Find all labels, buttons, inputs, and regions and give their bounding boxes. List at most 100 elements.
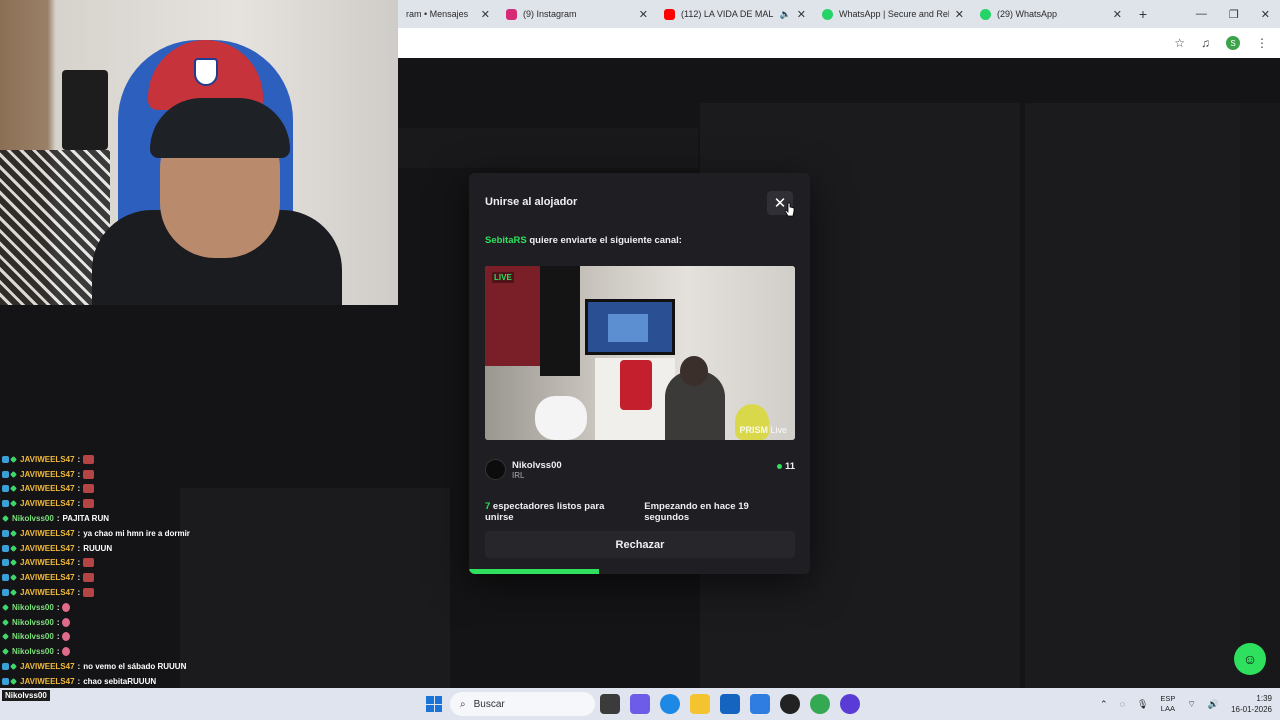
chat-line: JAVIWEELS47: no vemo el sábado RUUUN — [0, 659, 200, 674]
background-side-panel — [1025, 103, 1240, 688]
badge-icon — [2, 574, 17, 582]
new-tab-button[interactable]: + — [1130, 6, 1156, 22]
file-explorer-icon[interactable] — [690, 694, 710, 714]
chat-line: Nikolvss00: — [0, 630, 200, 645]
tab-close-icon[interactable]: ✕ — [797, 8, 806, 21]
preview-tv-screen — [608, 314, 648, 342]
chat-username[interactable]: Nikolvss00 — [12, 618, 54, 627]
tab-close-icon[interactable]: ✕ — [639, 8, 648, 21]
chat-username[interactable]: JAVIWEELS47 — [20, 470, 75, 479]
browser-tab[interactable]: (29) WhatsApp ✕ — [972, 0, 1130, 28]
speaker-icon[interactable]: 🔈 — [780, 9, 791, 20]
chat-username[interactable]: Nikolvss00 — [12, 632, 54, 641]
chat-message: ya chao mi hmn ire a dormir — [83, 528, 190, 538]
obs-icon[interactable] — [780, 694, 800, 714]
chat-separator: : — [56, 632, 60, 642]
chat-separator: : — [77, 676, 81, 686]
chat-username[interactable]: JAVIWEELS47 — [20, 529, 75, 538]
windows-start-icon[interactable] — [426, 696, 442, 712]
webcam-feed — [0, 0, 398, 305]
menu-kebab-icon[interactable]: ⋮ — [1256, 36, 1268, 50]
badge-icon — [2, 485, 17, 493]
chat-username[interactable]: Nikolvss00 — [12, 603, 54, 612]
invite-message: SebitaRS quiere enviarte el siguiente ca… — [485, 235, 682, 246]
minimize-button[interactable]: — — [1196, 8, 1207, 21]
chat-username[interactable]: JAVIWEELS47 — [20, 588, 75, 597]
microphone-icon[interactable]: 🎙 — [1137, 699, 1148, 710]
app-icon[interactable] — [840, 694, 860, 714]
taskbar-search[interactable]: ⌕ Buscar — [450, 692, 595, 716]
chat-line: JAVIWEELS47: — [0, 496, 200, 511]
host-category[interactable]: IRL — [512, 471, 524, 480]
help-chat-icon[interactable]: ☺ — [1234, 643, 1266, 675]
live-badge: LIVE — [492, 272, 514, 283]
close-window-button[interactable]: ✕ — [1261, 8, 1270, 21]
chat-username[interactable]: JAVIWEELS47 — [20, 677, 75, 686]
chat-line: JAVIWEELS47: — [0, 452, 200, 467]
chat-line: JAVIWEELS47: — [0, 467, 200, 482]
media-control-icon[interactable]: ♫ — [1201, 36, 1210, 50]
profile-avatar[interactable]: S — [1226, 36, 1240, 50]
invite-text: quiere enviarte el siguiente canal: — [526, 235, 682, 246]
search-icon: ⌕ — [460, 698, 466, 710]
mail-icon[interactable] — [750, 694, 770, 714]
tab-close-icon[interactable]: ✕ — [481, 8, 490, 21]
browser-tab[interactable]: ram • Mensajes ✕ — [398, 0, 498, 28]
chat-separator: : — [56, 647, 60, 657]
chat-username[interactable]: JAVIWEELS47 — [20, 499, 75, 508]
chat-separator: : — [77, 543, 81, 553]
network-icon[interactable]: ◌ — [1120, 699, 1125, 709]
edge-icon[interactable] — [660, 694, 680, 714]
store-icon[interactable] — [720, 694, 740, 714]
clock-time: 1:39 — [1256, 694, 1272, 703]
badge-icon — [2, 455, 17, 463]
volume-icon[interactable]: 🔊 — [1208, 699, 1219, 710]
prism-watermark-light: Live — [767, 425, 787, 435]
avatar[interactable] — [485, 459, 506, 480]
tab-close-icon[interactable]: ✕ — [1113, 8, 1122, 21]
background-activity-panel — [180, 488, 450, 688]
widgets-icon[interactable] — [630, 694, 650, 714]
chat-line: JAVIWEELS47: — [0, 585, 200, 600]
channel-preview[interactable]: LIVE PRISM Live — [485, 266, 795, 440]
chat-separator: : — [56, 514, 60, 524]
browser-tab[interactable]: (9) Instagram ✕ — [498, 0, 656, 28]
chevron-up-icon[interactable]: ⌃ — [1100, 699, 1108, 710]
wifi-icon[interactable]: ⌔ — [1187, 699, 1195, 710]
webcam-chair-logo — [194, 58, 218, 86]
bookmark-star-icon[interactable]: ☆ — [1174, 36, 1185, 50]
chat-username[interactable]: Nikolvss00 — [12, 514, 54, 523]
tab-close-icon[interactable]: ✕ — [955, 8, 964, 21]
chat-username[interactable]: JAVIWEELS47 — [20, 544, 75, 553]
task-view-icon[interactable] — [600, 694, 620, 714]
host-name[interactable]: Nikolvss00 — [512, 460, 562, 471]
chat-line: Nikolvss00: — [0, 600, 200, 615]
browser-tab[interactable]: (112) LA VIDA DE MALITO 🔈 ✕ — [656, 0, 814, 28]
inviter-name[interactable]: SebitaRS — [485, 235, 527, 246]
language-indicator[interactable]: ESP LAA — [1160, 694, 1175, 714]
clock-date: 16-01-2026 — [1231, 705, 1272, 714]
live-dot-icon — [776, 464, 782, 469]
countdown-progress — [469, 569, 810, 574]
system-tray: ⌃ ◌ 🎙 ESP LAA ⌔ 🔊 1:39 16-01-2026 — [1100, 688, 1272, 720]
chat-username[interactable]: JAVIWEELS47 — [20, 662, 75, 671]
chat-username[interactable]: Nikolvss00 — [12, 647, 54, 656]
background-rail — [1240, 103, 1280, 688]
badge-icon — [2, 470, 17, 478]
badge-icon — [2, 603, 9, 611]
viewer-count-value: 11 — [784, 461, 795, 472]
ready-text: espectadores listos para unirse — [485, 501, 605, 523]
browser-tab[interactable]: WhatsApp | Secure and Reliab ✕ — [814, 0, 972, 28]
chat-username[interactable]: JAVIWEELS47 — [20, 573, 75, 582]
reject-button[interactable]: Rechazar — [485, 531, 795, 558]
clock[interactable]: 1:39 16-01-2026 — [1231, 693, 1272, 715]
restore-button[interactable]: ❐ — [1229, 8, 1239, 21]
join-host-modal: Unirse al alojador ✕ SebitaRS quiere env… — [469, 173, 810, 574]
chat-username[interactable]: JAVIWEELS47 — [20, 558, 75, 567]
chat-username[interactable]: JAVIWEELS47 — [20, 484, 75, 493]
chrome-icon[interactable] — [810, 694, 830, 714]
window-controls: — ❐ ✕ — [1196, 8, 1280, 21]
chat-separator: : — [77, 454, 81, 464]
chat-username[interactable]: JAVIWEELS47 — [20, 455, 75, 464]
emote-icon — [62, 617, 71, 627]
